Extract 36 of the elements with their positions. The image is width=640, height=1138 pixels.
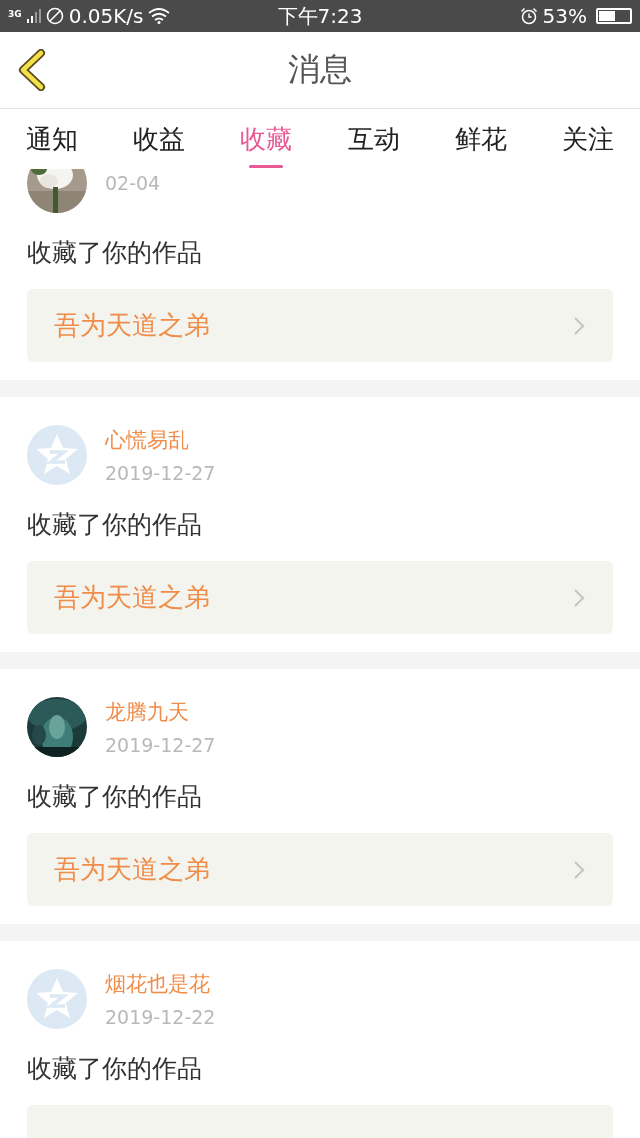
- network-label: 3G: [8, 9, 22, 19]
- battery-icon: [596, 8, 632, 24]
- tab[interactable]: 收藏: [224, 109, 309, 169]
- chevron-icon: [573, 859, 585, 880]
- work-link[interactable]: 吾为天道之弟: [27, 289, 613, 362]
- signal-icon: [26, 9, 41, 23]
- chevron-icon: [573, 587, 585, 608]
- message-date: 2019-12-22: [105, 1006, 216, 1028]
- message-text: 收藏了你的作品: [27, 509, 203, 541]
- wifi-icon: [148, 8, 171, 24]
- user-name[interactable]: 龙腾九天: [105, 698, 216, 726]
- tab[interactable]: 关注: [545, 109, 630, 169]
- user-name[interactable]: 心慌易乱: [105, 426, 216, 454]
- work-link[interactable]: 吾为天道之弟: [27, 561, 613, 634]
- message-text: 收藏了你的作品: [27, 237, 203, 269]
- message-date: 2019-12-27: [105, 734, 216, 756]
- page-title: 消息: [288, 49, 352, 90]
- user-name[interactable]: 烟花也是花: [105, 970, 216, 998]
- back-icon[interactable]: [17, 49, 47, 91]
- avatar-icon: [27, 969, 87, 1029]
- message-date: 2019-12-27: [105, 462, 216, 484]
- alarm-icon: [519, 7, 538, 25]
- blocked-icon: [45, 7, 64, 25]
- message-date: 02-04: [105, 172, 161, 194]
- clock: 下午7:23: [277, 2, 363, 30]
- avatar-icon: [27, 425, 87, 485]
- tab[interactable]: 互动: [331, 109, 416, 169]
- message-text: 收藏了你的作品: [27, 1053, 203, 1085]
- work-link[interactable]: 吾为天道之弟: [27, 833, 613, 906]
- tab[interactable]: 鲜花: [438, 109, 523, 169]
- chevron-icon: [573, 315, 585, 336]
- battery-percent: 53%: [542, 4, 587, 28]
- tab[interactable]: 收益: [117, 109, 202, 169]
- tab[interactable]: 通知: [10, 109, 94, 169]
- network-speed: 0.05K/s: [68, 4, 144, 28]
- message-text: 收藏了你的作品: [27, 781, 203, 813]
